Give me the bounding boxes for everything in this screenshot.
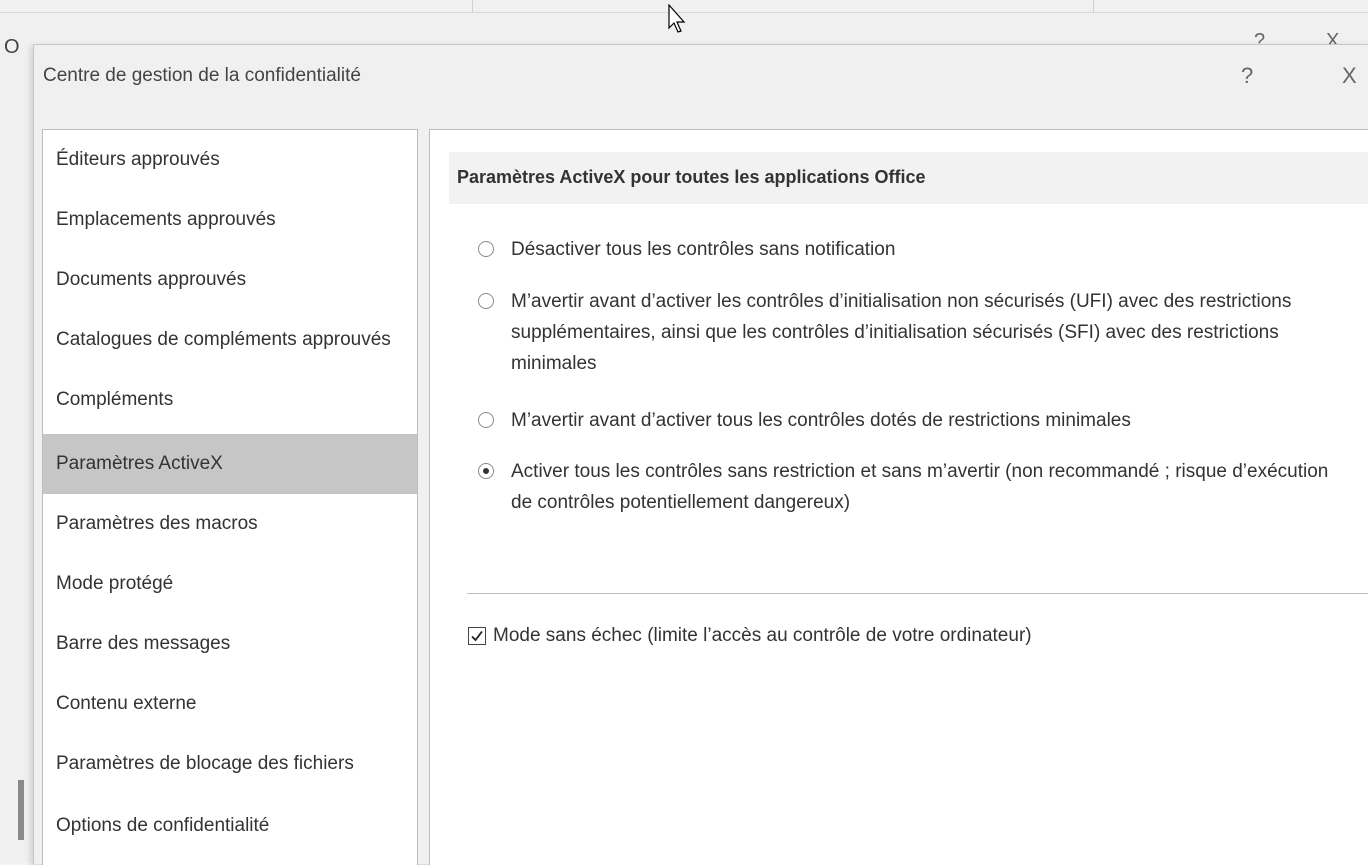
radio-button[interactable] [478, 412, 494, 428]
nav-item-external-content[interactable]: Contenu externe [43, 674, 417, 734]
trust-center-dialog: Centre de gestion de la confidentialité … [33, 44, 1368, 865]
nav-item-privacy-options[interactable]: Options de confidentialité [43, 796, 417, 856]
nav-item-trusted-publishers[interactable]: Éditeurs approuvés [43, 130, 417, 190]
radio-label: Désactiver tous les contrôles sans notif… [511, 239, 896, 260]
background-scrollbar [18, 780, 24, 840]
radio-button-selected[interactable] [478, 463, 494, 479]
nav-item-protected-view[interactable]: Mode protégé [43, 554, 417, 614]
nav-item-addins[interactable]: Compléments [43, 370, 417, 430]
radio-option-prompt-minimal[interactable]: M’avertir avant d’activer tous les contr… [478, 405, 1358, 436]
radio-option-disable-all[interactable]: Désactiver tous les contrôles sans notif… [478, 234, 1358, 265]
nav-item-file-block-settings[interactable]: Paramètres de blocage des fichiers [43, 734, 417, 794]
radio-button[interactable] [478, 293, 494, 309]
nav-item-trusted-documents[interactable]: Documents approuvés [43, 250, 417, 310]
trust-center-nav: Éditeurs approuvés Emplacements approuvé… [42, 129, 418, 865]
section-header: Paramètres ActiveX pour toutes les appli… [449, 152, 1368, 204]
radio-option-prompt-ufi-sfi[interactable]: M’avertir avant d’activer les contrôles … [478, 286, 1358, 379]
grid-line [472, 0, 473, 12]
section-divider [467, 593, 1368, 594]
radio-label: M’avertir avant d’activer tous les contr… [511, 410, 1131, 431]
help-button[interactable]: ? [1241, 63, 1253, 89]
nav-item-macro-settings[interactable]: Paramètres des macros [43, 494, 417, 554]
radio-label: Activer tous les contrôles sans restrict… [511, 461, 1329, 513]
safe-mode-label: Mode sans échec (limite l’accès au contr… [493, 625, 1032, 646]
safe-mode-checkbox[interactable] [468, 627, 486, 645]
nav-item-trusted-locations[interactable]: Emplacements approuvés [43, 190, 417, 250]
activex-settings-pane: Paramètres ActiveX pour toutes les appli… [429, 129, 1368, 865]
background-window-title: O [4, 36, 20, 58]
nav-item-message-bar[interactable]: Barre des messages [43, 614, 417, 674]
radio-button[interactable] [478, 241, 494, 257]
check-icon [471, 630, 483, 642]
dialog-title: Centre de gestion de la confidentialité [43, 65, 361, 86]
radio-option-enable-all[interactable]: Activer tous les contrôles sans restrict… [478, 456, 1358, 518]
radio-label: M’avertir avant d’activer les contrôles … [511, 291, 1292, 374]
grid-line [1093, 0, 1094, 12]
nav-item-trusted-addin-catalogs[interactable]: Catalogues de compléments approuvés [43, 310, 417, 370]
nav-item-activex-settings[interactable]: Paramètres ActiveX [43, 434, 417, 494]
mouse-cursor-icon [668, 4, 686, 33]
close-button[interactable]: X [1342, 63, 1357, 89]
